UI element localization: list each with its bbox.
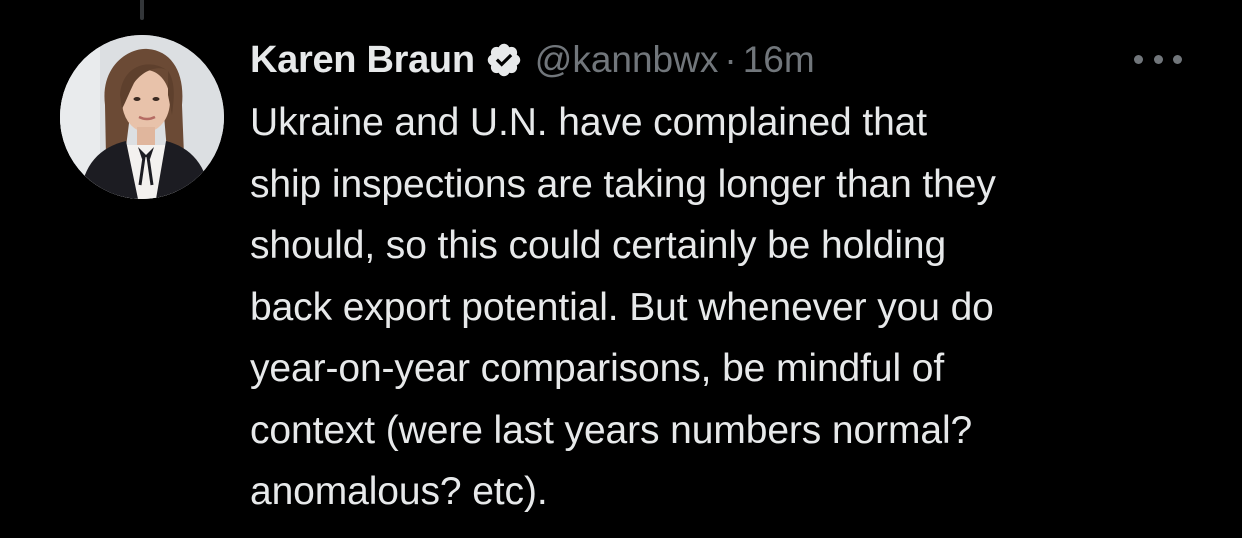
more-dot-icon <box>1173 54 1182 64</box>
author-handle[interactable]: @kannbwx <box>535 39 719 81</box>
tweet[interactable]: Karen Braun @kannbwx · 16m Ukraine and U… <box>250 30 1210 523</box>
tweet-text: Ukraine and U.N. have complained that sh… <box>250 101 996 513</box>
thread-connector-line <box>140 0 144 20</box>
more-options-icon[interactable] <box>1134 44 1182 74</box>
tweet-timestamp[interactable]: 16m <box>743 39 815 81</box>
separator-dot: · <box>724 39 737 80</box>
tweet-header: Karen Braun @kannbwx · 16m <box>250 30 1210 90</box>
profile-photo <box>60 35 224 199</box>
more-dot-icon <box>1153 54 1163 64</box>
author-avatar[interactable] <box>60 35 224 199</box>
verified-badge-icon <box>487 43 520 77</box>
author-display-name[interactable]: Karen Braun <box>250 39 475 82</box>
more-dot-icon <box>1134 54 1143 64</box>
